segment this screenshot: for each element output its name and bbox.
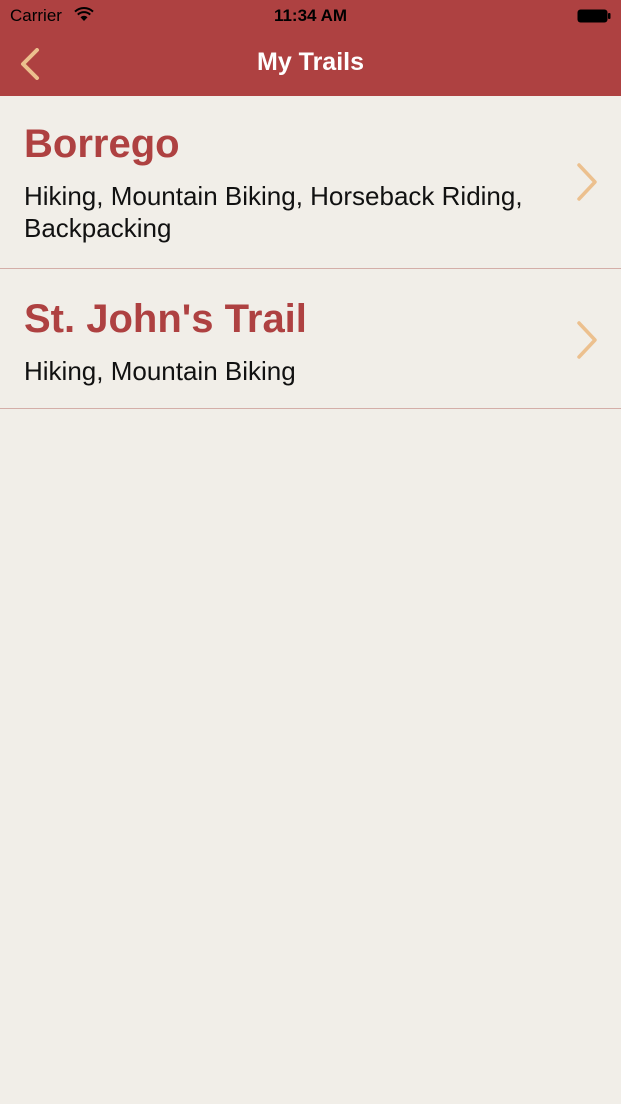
trail-activities: Hiking, Mountain Biking — [24, 356, 296, 386]
status-bar: Carrier 11:34 AM — [0, 0, 621, 32]
trail-activities: Hiking, Mountain Biking, Horseback Ridin… — [24, 181, 523, 243]
list-item[interactable]: St. John's Trail Hiking, Mountain Biking — [0, 269, 621, 409]
list-item[interactable]: Borrego Hiking, Mountain Biking, Horseba… — [0, 96, 621, 269]
page-title: My Trails — [257, 48, 364, 76]
navigation-bar: My Trails — [0, 32, 621, 96]
battery-icon — [577, 9, 611, 23]
status-time: 11:34 AM — [273, 6, 348, 25]
chevron-right-icon — [577, 321, 597, 359]
trail-name: St. John's Trail — [24, 297, 307, 341]
trail-name: Borrego — [24, 122, 180, 166]
trail-list: Borrego Hiking, Mountain Biking, Horseba… — [0, 96, 621, 409]
chevron-right-icon — [577, 163, 597, 201]
